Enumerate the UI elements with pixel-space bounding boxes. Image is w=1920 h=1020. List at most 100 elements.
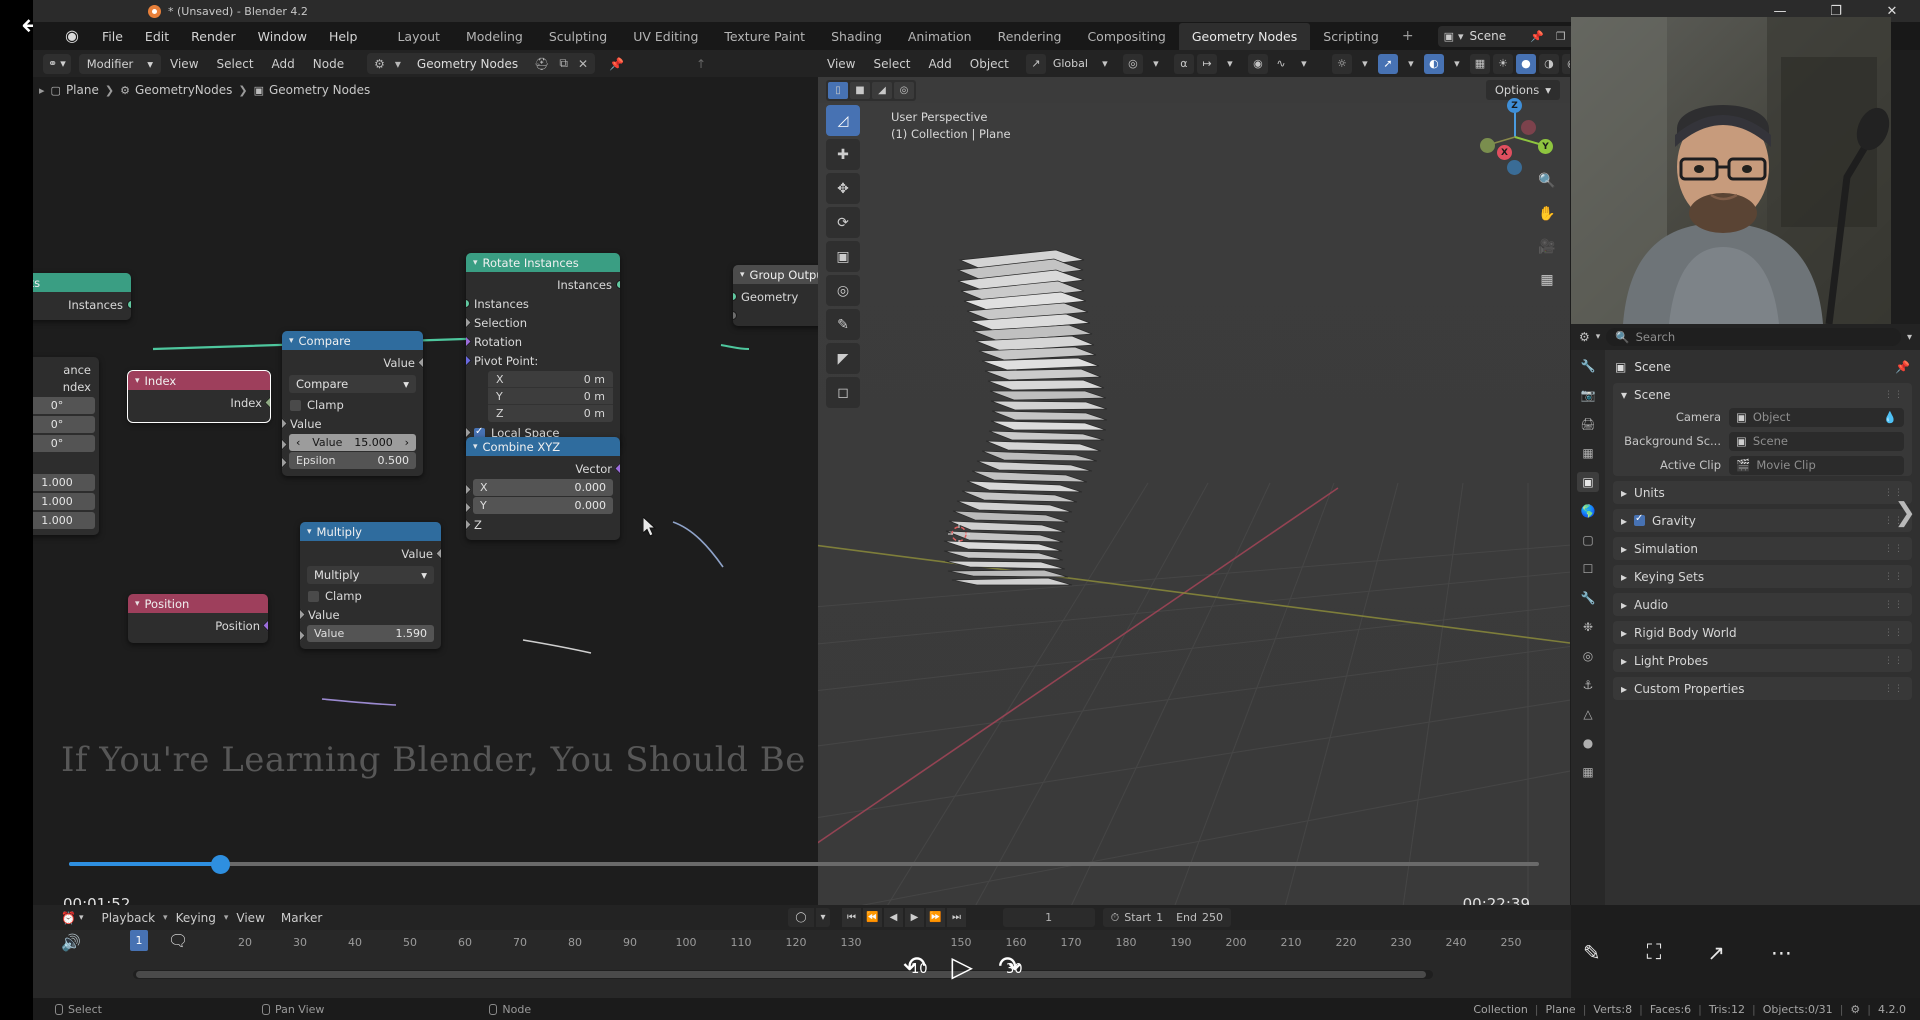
- node-output-row[interactable]: Index: [128, 393, 270, 412]
- visibility-icon[interactable]: ☼: [1331, 53, 1352, 74]
- panel-gravity[interactable]: ▸ Gravity ⋮⋮: [1613, 509, 1912, 532]
- output-socket-value[interactable]: [417, 356, 423, 369]
- drag-grip-icon[interactable]: ⋮⋮: [1884, 488, 1904, 498]
- end-value[interactable]: 250: [1202, 911, 1223, 924]
- move-tool[interactable]: ✥: [826, 173, 860, 204]
- pivot-z-row[interactable]: Z 0 m: [488, 405, 613, 422]
- node-menu-view[interactable]: View: [161, 54, 207, 74]
- node-input-row-empty[interactable]: [733, 306, 818, 325]
- node-menu-node[interactable]: Node: [304, 54, 353, 74]
- video-extra-controls[interactable]: ✎ ⛶ ↗ ⋯: [1583, 940, 1792, 965]
- node-mode-selector[interactable]: Modifier ▾: [78, 53, 162, 74]
- output-socket-vector[interactable]: [614, 462, 620, 475]
- copy-icon[interactable]: ⧉: [555, 56, 572, 71]
- input-socket-pivot-point[interactable]: [466, 354, 472, 367]
- value-field[interactable]: 0°: [33, 435, 95, 452]
- input-socket-selection[interactable]: [466, 316, 472, 329]
- editor-type-selector[interactable]: ⚭ ▾: [43, 53, 71, 74]
- chevron-down-icon[interactable]: ▾: [1621, 388, 1627, 402]
- cursor-tool[interactable]: ✚: [826, 139, 860, 170]
- node-header[interactable]: ▾ Group Output: [733, 265, 818, 284]
- output-socket-value[interactable]: [435, 547, 441, 560]
- output-socket-position[interactable]: [262, 619, 268, 632]
- marker-icon[interactable]: 🗨: [168, 931, 188, 950]
- drag-grip-icon[interactable]: ⋮⋮: [1884, 544, 1904, 554]
- annotate-tool[interactable]: ✎: [826, 309, 860, 340]
- input-socket-epsilon[interactable]: [282, 456, 288, 469]
- properties-tab-output[interactable]: 🖨: [1577, 414, 1599, 434]
- start-value[interactable]: 1: [1156, 911, 1163, 924]
- compare-operation-dropdown[interactable]: Compare ▾: [289, 375, 416, 393]
- pivot-icon[interactable]: ◎: [1122, 53, 1143, 74]
- chevron-down-icon[interactable]: ▾: [473, 258, 478, 268]
- checkbox[interactable]: [308, 590, 319, 602]
- compare-epsilon-field[interactable]: Epsilon 0.500: [289, 452, 416, 469]
- orientation-label[interactable]: Global: [1049, 54, 1092, 74]
- menu-file[interactable]: File: [91, 25, 134, 48]
- chevron-right-icon[interactable]: ▸: [1621, 486, 1627, 500]
- chevron-down-icon[interactable]: ▾: [816, 908, 830, 927]
- progress-knob[interactable]: [211, 855, 230, 874]
- panel-header[interactable]: ▸ Rigid Body World ⋮⋮: [1613, 621, 1912, 644]
- select-box-tool[interactable]: ◿: [826, 105, 860, 136]
- viewport-menu-object[interactable]: Object: [961, 54, 1018, 74]
- camera-field[interactable]: ▣ Object 💧: [1729, 407, 1904, 427]
- viewport-menu-view[interactable]: View: [818, 54, 864, 74]
- properties-tab-material[interactable]: ●: [1577, 733, 1599, 753]
- node-input-row[interactable]: Selection: [466, 313, 620, 332]
- node-compare[interactable]: ▾ Compare Value Compare ▾ Clamp Value ‹ …: [282, 331, 423, 476]
- workspace-tab-compositing[interactable]: Compositing: [1074, 23, 1178, 50]
- panel-simulation[interactable]: ▸ Simulation ⋮⋮: [1613, 537, 1912, 560]
- output-socket-instances[interactable]: [127, 300, 131, 309]
- chevron-down-icon[interactable]: ▾: [1401, 54, 1421, 74]
- active-clip-field[interactable]: 🎬 Movie Clip: [1729, 455, 1904, 475]
- eyedropper-icon[interactable]: 💧: [1883, 411, 1897, 424]
- chevron-down-icon[interactable]: ▾: [289, 336, 294, 346]
- node-output-row[interactable]: Instances: [33, 295, 131, 314]
- input-socket-instances[interactable]: [466, 299, 470, 308]
- timeline-menu-marker[interactable]: Marker: [273, 908, 330, 928]
- transform-orientation-group[interactable]: ↗ Global ▾: [1025, 53, 1115, 74]
- stepper-left-icon[interactable]: ‹: [296, 436, 300, 449]
- panel-header[interactable]: ▸ Light Probes ⋮⋮: [1613, 649, 1912, 672]
- rotate-tool[interactable]: ⟳: [826, 207, 860, 238]
- workspace-tab-sculpting[interactable]: Sculpting: [536, 23, 620, 50]
- workspace-tab-modeling[interactable]: Modeling: [453, 23, 536, 50]
- combine-y-field[interactable]: Y 0.000: [473, 497, 613, 514]
- chevron-down-icon[interactable]: ▾: [307, 527, 312, 537]
- jump-start-icon[interactable]: ⏮: [842, 908, 861, 927]
- workspace-tab-animation[interactable]: Animation: [895, 23, 985, 50]
- workspace-tab-geometry-nodes[interactable]: Geometry Nodes: [1178, 22, 1311, 50]
- current-frame-field[interactable]: 1: [1002, 908, 1095, 927]
- select-mode-group[interactable]: ▯ ■ ◢ ◎: [826, 79, 916, 101]
- node-input-row[interactable]: Instances: [466, 294, 620, 313]
- timeline-menu-playback[interactable]: Playback: [93, 908, 163, 928]
- properties-tab-data[interactable]: △: [1577, 704, 1599, 724]
- node-clipped-values[interactable]: ance ndex 0° 0° 0° 1.000 1.000 1.000: [33, 357, 99, 535]
- gizmo-axis-y-neg[interactable]: [1480, 138, 1495, 153]
- shading-material-icon[interactable]: ◑: [1538, 53, 1559, 74]
- menu-help[interactable]: Help: [318, 25, 369, 48]
- clamp-checkbox-row[interactable]: Clamp: [282, 396, 423, 414]
- up-arrow-icon[interactable]: ↑: [692, 57, 710, 71]
- gravity-checkbox[interactable]: [1634, 513, 1646, 526]
- chevron-down-icon[interactable]: ▾: [1447, 54, 1467, 74]
- viewport-menu-select[interactable]: Select: [864, 54, 919, 74]
- circle-select-icon[interactable]: ◎: [894, 81, 914, 99]
- panel-header[interactable]: ▸ Simulation ⋮⋮: [1613, 537, 1912, 560]
- node-header[interactable]: ▾ Combine XYZ: [466, 437, 620, 456]
- axis-navigation-gizmo[interactable]: Z Y X: [1476, 98, 1554, 176]
- falloff-icon[interactable]: ∿: [1271, 54, 1291, 74]
- node-input-row[interactable]: Value: [282, 414, 423, 433]
- pin-icon[interactable]: 📌: [1895, 360, 1910, 374]
- shield-icon[interactable]: ⛑: [530, 57, 553, 71]
- chevron-right-icon[interactable]: ▸: [1621, 570, 1627, 584]
- timeline-ruler[interactable]: 🔊 1 🗨 20 30 40 50 60 70 80 90 100 110 12…: [33, 930, 1571, 954]
- chevron-down-icon[interactable]: ▾: [473, 442, 478, 452]
- multiply-value-field[interactable]: Value 1.590: [307, 625, 434, 642]
- gizmo-icon[interactable]: ➚: [1377, 53, 1398, 74]
- drag-grip-icon[interactable]: ⋮⋮: [1884, 628, 1904, 638]
- gizmo-axis-z[interactable]: Z: [1507, 98, 1522, 113]
- snapping-group[interactable]: ⍺ ↦ ▾: [1173, 53, 1240, 74]
- input-socket-value-field[interactable]: [300, 629, 306, 642]
